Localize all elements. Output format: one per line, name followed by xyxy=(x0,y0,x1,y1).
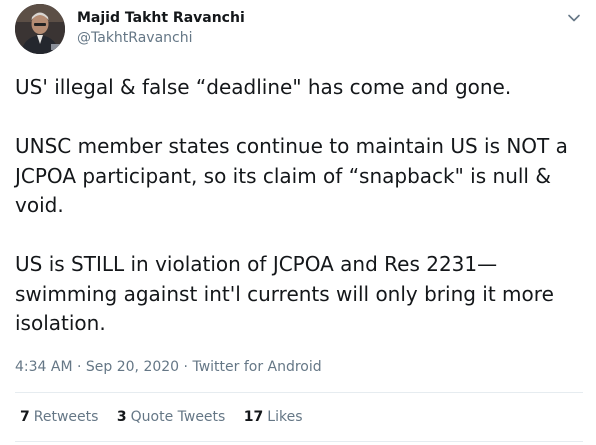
chevron-down-icon[interactable] xyxy=(566,10,582,26)
retweets-stat[interactable]: 7 Retweets xyxy=(20,409,98,425)
tweet-paragraph: UNSC member states continue to maintain … xyxy=(15,134,568,217)
author-handle[interactable]: @TakhtRavanchi xyxy=(77,30,192,46)
tweet-meta: 4:34 AM · Sep 20, 2020 · Twitter for And… xyxy=(15,359,322,375)
retweets-count: 7 xyxy=(20,409,30,425)
separator: · xyxy=(77,359,82,375)
divider xyxy=(15,392,583,393)
quote-tweets-label: Quote Tweets xyxy=(130,409,226,425)
tweet-stats: 7 Retweets 3 Quote Tweets 17 Likes xyxy=(20,409,317,425)
likes-stat[interactable]: 17 Likes xyxy=(244,409,303,425)
author-name[interactable]: Majid Takht Ravanchi xyxy=(77,10,245,26)
tweet: Majid Takht Ravanchi @TakhtRavanchi US' … xyxy=(0,0,596,445)
likes-label: Likes xyxy=(267,409,303,425)
tweet-date[interactable]: Sep 20, 2020 xyxy=(86,359,179,375)
retweets-label: Retweets xyxy=(33,409,99,425)
avatar[interactable] xyxy=(15,4,65,54)
tweet-paragraph: US is STILL in violation of JCPOA and Re… xyxy=(15,252,554,335)
tweet-text: US' illegal & false “deadline" has come … xyxy=(15,73,585,339)
quote-tweets-count: 3 xyxy=(116,409,127,425)
tweet-time[interactable]: 4:34 AM xyxy=(15,359,73,375)
tweet-paragraph: US' illegal & false “deadline" has come … xyxy=(15,75,512,99)
likes-count: 17 xyxy=(243,409,264,425)
tweet-source[interactable]: Twitter for Android xyxy=(192,359,321,375)
divider xyxy=(15,441,583,442)
separator: · xyxy=(183,359,188,375)
quote-tweets-stat[interactable]: 3 Quote Tweets xyxy=(117,409,225,425)
